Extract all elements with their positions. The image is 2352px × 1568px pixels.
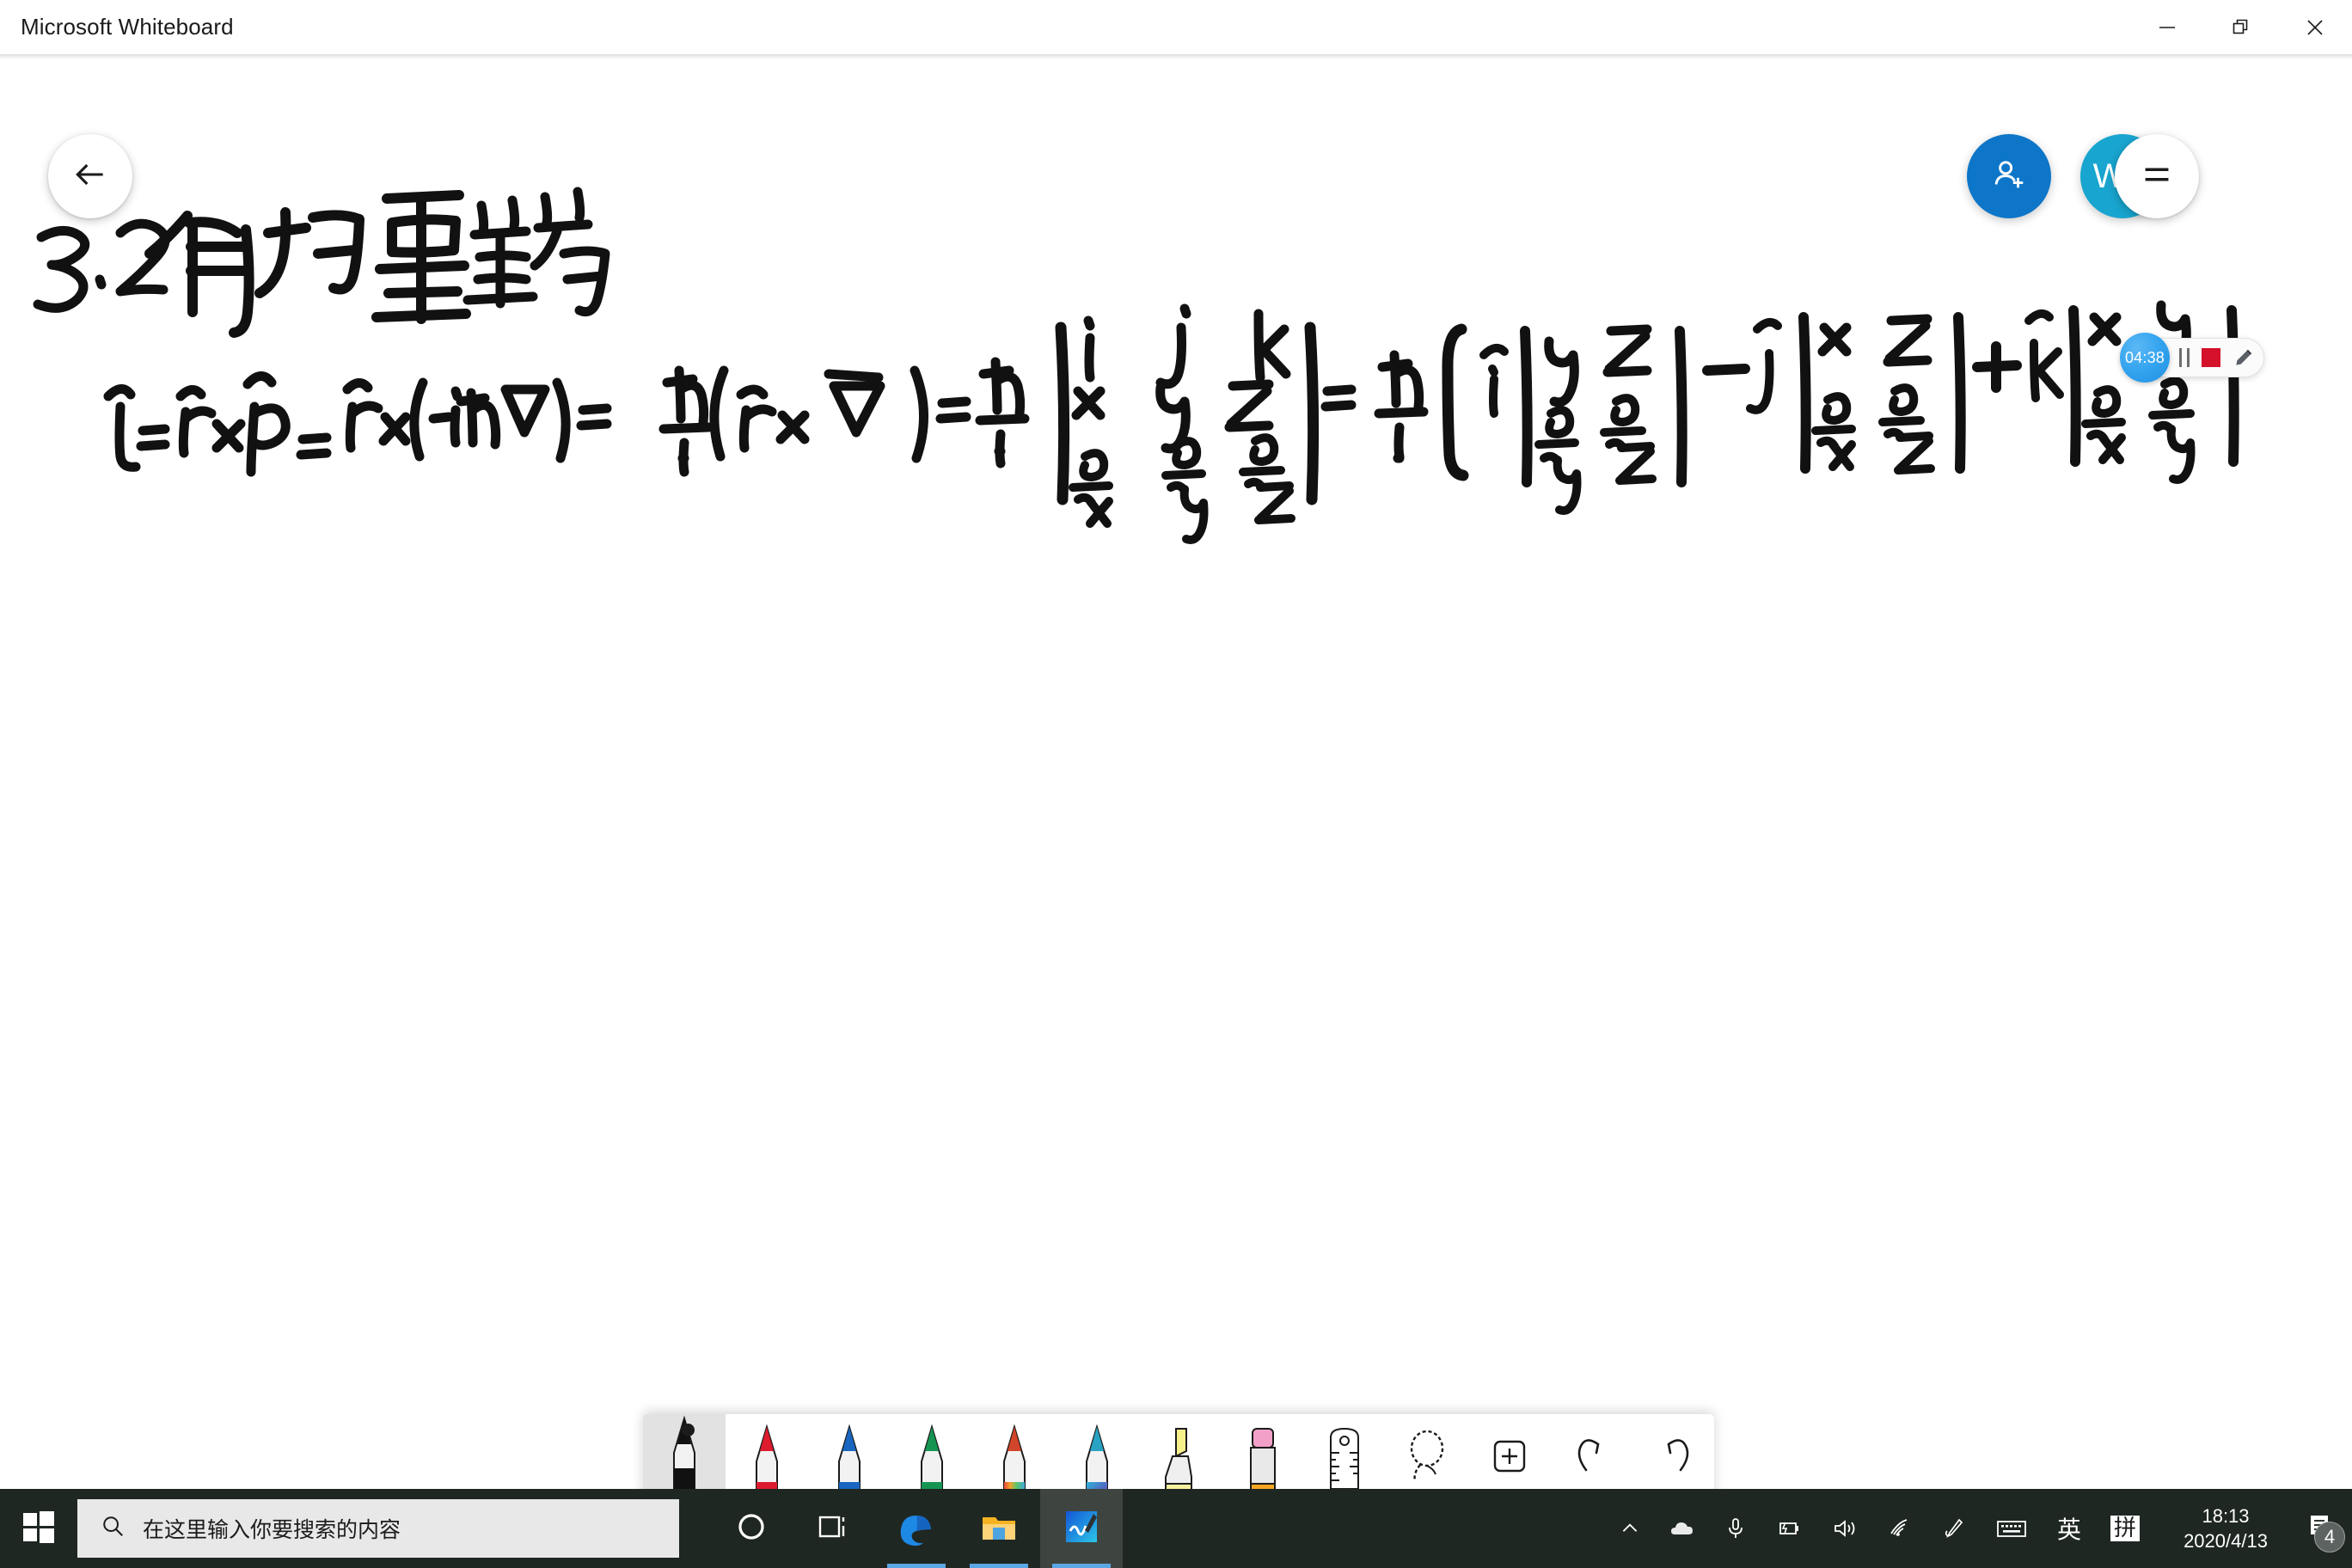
taskbar-item-whiteboard[interactable]: [1040, 1489, 1123, 1568]
ime-language-indicator[interactable]: 英: [2043, 1489, 2096, 1568]
undo-icon: [1572, 1434, 1612, 1483]
back-button[interactable]: [48, 134, 132, 218]
ime-mode-label: 拼: [2110, 1516, 2140, 1541]
share-button[interactable]: [1967, 134, 2051, 218]
windows-taskbar[interactable]: 在这里输入你要搜索的内容 英 拼 18:13 2020/4/13 4: [0, 1489, 2352, 1568]
clock[interactable]: 18:13 2020/4/13: [2154, 1504, 2297, 1553]
whiteboard-canvas[interactable]: WC 04:38: [0, 54, 2352, 1528]
search-placeholder: 在这里输入你要搜索的内容: [143, 1518, 401, 1542]
add-person-icon: [1989, 155, 2029, 199]
edge-icon: [897, 1507, 936, 1551]
show-hidden-icons-button[interactable]: [1604, 1489, 1656, 1568]
microphone-icon[interactable]: [1711, 1489, 1761, 1568]
clock-date: 2020/4/13: [2184, 1530, 2268, 1552]
taskbar-item-microsoft-edge[interactable]: [875, 1489, 958, 1568]
ink-drawing: [33, 187, 2239, 544]
taskbar-apps: [710, 1489, 1123, 1568]
clock-time: 18:13: [2202, 1504, 2250, 1527]
taskbar-item-task-view[interactable]: [793, 1489, 875, 1568]
annotate-pencil-icon[interactable]: [2233, 346, 2255, 369]
taskbar-item-file-explorer[interactable]: [958, 1489, 1040, 1568]
onedrive-icon[interactable]: [1656, 1489, 1711, 1568]
ime-mode-indicator[interactable]: 拼: [2096, 1489, 2154, 1568]
network-icon[interactable]: [1872, 1489, 1927, 1568]
system-tray: 英 拼 18:13 2020/4/13 4: [1604, 1489, 2352, 1568]
app-running-indicator: [970, 1564, 1028, 1568]
pen-selected-indicator: [682, 1424, 695, 1436]
restore-button[interactable]: [2204, 0, 2278, 54]
close-button[interactable]: [2278, 0, 2352, 54]
window-controls: [2130, 0, 2352, 54]
minimize-button[interactable]: [2130, 0, 2204, 54]
file-explorer-icon: [979, 1509, 1019, 1549]
whiteboard-icon: [1063, 1508, 1100, 1550]
redo-icon: [1655, 1434, 1694, 1483]
pen-workspace-icon[interactable]: [1927, 1489, 1981, 1568]
search-input[interactable]: 在这里输入你要搜索的内容: [77, 1499, 679, 1558]
lasso-icon: [1403, 1427, 1451, 1490]
taskbar-item-cortana[interactable]: [710, 1489, 793, 1568]
windows-logo-icon: [21, 1510, 56, 1548]
start-button[interactable]: [0, 1489, 77, 1568]
cortana-icon: [734, 1510, 769, 1548]
hamburger-menu-icon: [2137, 155, 2177, 199]
search-icon: [100, 1513, 126, 1545]
battery-icon[interactable]: [1761, 1489, 1817, 1568]
task-view-icon: [815, 1510, 853, 1548]
title-bar-shadow: [0, 54, 2352, 59]
pause-recording-button[interactable]: [2179, 348, 2190, 367]
window-title-bar: Microsoft Whiteboard: [0, 0, 2352, 54]
plus-square-icon: [1490, 1436, 1529, 1480]
app-running-indicator: [1052, 1564, 1111, 1568]
notifications-button[interactable]: 4: [2297, 1489, 2352, 1568]
recording-timer-label: 04:38: [2124, 348, 2165, 366]
volume-icon[interactable]: [1817, 1489, 1872, 1568]
window-title: Microsoft Whiteboard: [21, 14, 234, 40]
ruler-icon: [1325, 1424, 1364, 1493]
app-running-indicator: [887, 1564, 946, 1568]
stop-recording-button[interactable]: [2202, 348, 2220, 367]
back-arrow-icon: [71, 156, 109, 198]
notification-badge: 4: [2314, 1522, 2345, 1553]
menu-button[interactable]: [2115, 134, 2199, 218]
touch-keyboard-icon[interactable]: [1981, 1489, 2043, 1568]
recording-timer[interactable]: 04:38: [2120, 333, 2170, 383]
